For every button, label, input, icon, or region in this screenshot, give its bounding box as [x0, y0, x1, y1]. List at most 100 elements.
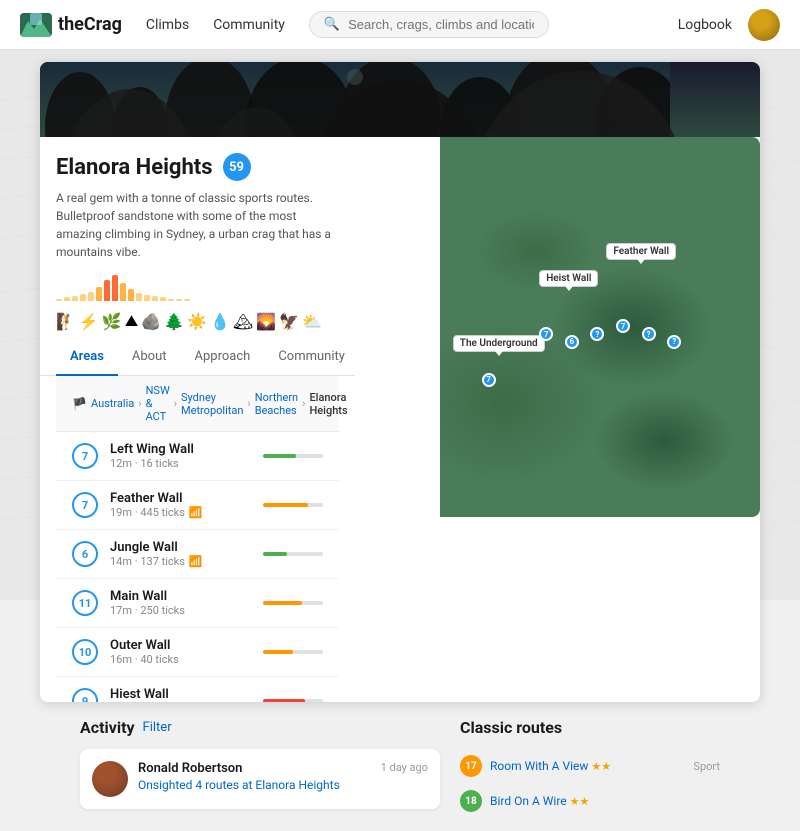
grade-icon-11[interactable]: 🦅: [279, 312, 299, 331]
route-badge-0: 17: [460, 755, 482, 777]
breadcrumb-australia[interactable]: Australia: [91, 397, 134, 410]
breadcrumb-sydney[interactable]: Sydney Metropolitan: [181, 391, 243, 417]
main-content: Elanora Heights 59 A real gem with a ton…: [0, 50, 800, 831]
tab-community[interactable]: Community: [264, 339, 359, 376]
activity-user-name[interactable]: Ronald Robertson: [138, 761, 371, 776]
grade-icon-4[interactable]: ⛰: [125, 311, 138, 331]
activity-header: Activity Filter: [80, 718, 440, 737]
area-bar-container-0: [263, 454, 323, 458]
route-item-1: 18 Bird On A Wire ★★: [460, 784, 720, 819]
area-bar-container-4: [263, 650, 323, 654]
area-item-5[interactable]: 9 Hiest Wall 11m · 422 ticks 📶: [56, 677, 339, 702]
map-dot-7[interactable]: ?: [667, 335, 681, 349]
grade-bar-4: [88, 292, 94, 301]
area-meta-0: 12m · 16 ticks: [110, 457, 251, 470]
area-info-4: Outer Wall 16m · 40 ticks: [110, 638, 251, 666]
area-info-2: Jungle Wall 14m · 137 ticks 📶: [110, 540, 251, 568]
bottom-section: Activity Filter Ronald Robertson Onsight…: [40, 718, 760, 819]
activity-link[interactable]: Onsighted 4 routes at Elanora Heights: [138, 778, 340, 792]
avatar[interactable]: [748, 9, 780, 41]
filter-link[interactable]: Filter: [143, 720, 172, 735]
nav-community[interactable]: Community: [213, 17, 285, 33]
breadcrumb-nsw[interactable]: NSW & ACT: [146, 384, 170, 423]
nav-icon: 🏴: [72, 397, 87, 411]
area-name-1: Feather Wall: [110, 491, 251, 506]
area-bar-4: [263, 650, 323, 654]
route-name-0[interactable]: Room With A View ★★: [490, 759, 685, 773]
area-item-2[interactable]: 6 Jungle Wall 14m · 137 ticks 📶: [56, 530, 339, 579]
grade-icon-8[interactable]: 💧: [210, 312, 230, 331]
grade-icon-7[interactable]: ☀️: [187, 312, 207, 331]
map-dot-3[interactable]: 6: [565, 335, 579, 349]
tab-about[interactable]: About: [118, 339, 181, 376]
breadcrumb-sep-1: ›: [138, 397, 141, 410]
area-info-0: Left Wing Wall 12m · 16 ticks: [110, 442, 251, 470]
grade-bar-5: [96, 287, 102, 301]
grade-bar-14: [168, 299, 174, 301]
area-bar-fill-5: [263, 699, 305, 702]
grade-bar-6: [104, 280, 110, 301]
grade-icon-6[interactable]: 🌲: [164, 312, 184, 331]
location-title: Elanora Heights: [56, 155, 213, 180]
area-bar-fill-4: [263, 650, 293, 654]
area-item-0[interactable]: 7 Left Wing Wall 12m · 16 ticks: [56, 432, 339, 481]
grade-icon-5[interactable]: 🪨: [141, 312, 161, 331]
breadcrumb: 🏴 Australia › NSW & ACT › Sydney Metropo…: [56, 376, 339, 432]
activity-description: Onsighted 4 routes at Elanora Heights: [138, 778, 371, 792]
route-item-0: 17 Room With A View ★★ Sport: [460, 749, 720, 784]
grade-bar-15: [176, 299, 182, 301]
area-bar-container-3: [263, 601, 323, 605]
area-badge-2: 6: [72, 541, 98, 567]
route-stars-0: ★★: [591, 760, 611, 773]
grade-bar-7: [112, 275, 118, 301]
grade-icon-1[interactable]: 🧗: [56, 312, 76, 331]
grade-bar-11: [144, 295, 150, 301]
area-bar-container-2: [263, 552, 323, 556]
area-name-3: Main Wall: [110, 589, 251, 604]
area-bar-container-1: [263, 503, 323, 507]
classic-routes-section: Classic routes 17 Room With A View ★★ Sp…: [460, 718, 720, 819]
tab-areas[interactable]: Areas: [56, 339, 118, 376]
grade-icon-9[interactable]: 🏔: [233, 312, 253, 331]
signal-icon-2: 📶: [189, 555, 203, 568]
map-dot-1[interactable]: 7: [482, 373, 496, 387]
grade-bar-12: [152, 296, 158, 301]
area-meta-1: 19m · 445 ticks 📶: [110, 506, 251, 519]
logbook-link[interactable]: Logbook: [678, 17, 732, 33]
tab-approach[interactable]: Approach: [181, 339, 265, 376]
logo[interactable]: theCrag: [20, 13, 122, 37]
grade-bar-0: [56, 299, 62, 301]
grade-bar-3: [80, 294, 86, 301]
area-bar-fill-0: [263, 454, 296, 458]
route-name-1[interactable]: Bird On A Wire ★★: [490, 794, 712, 808]
area-item-1[interactable]: 7 Feather Wall 19m · 445 ticks 📶: [56, 481, 339, 530]
signal-icon-1: 📶: [189, 506, 203, 519]
search-input[interactable]: [348, 17, 534, 32]
map-dot-6[interactable]: ?: [642, 327, 656, 341]
area-item-4[interactable]: 10 Outer Wall 16m · 40 ticks: [56, 628, 339, 677]
activity-title: Activity: [80, 718, 135, 737]
nav-climbs[interactable]: Climbs: [146, 17, 189, 33]
area-bar-3: [263, 601, 323, 605]
grade-bar-10: [136, 293, 142, 301]
breadcrumb-sep-3: ›: [247, 397, 250, 410]
search-bar[interactable]: 🔍: [309, 11, 549, 38]
map-label-heist: Heist Wall: [539, 270, 598, 287]
activity-item: Ronald Robertson Onsighted 4 routes at E…: [80, 749, 440, 809]
location-description: A real gem with a tonne of classic sport…: [56, 189, 339, 261]
grade-icon-3[interactable]: 🌿: [102, 312, 122, 331]
aerial-map: The Underground Heist Wall Feather Wall …: [440, 137, 760, 517]
grade-icons: 🧗 ⚡ 🌿 ⛰ 🪨 🌲 ☀️ 💧 🏔 🌄 🦅 ⛅: [56, 311, 339, 331]
area-info-1: Feather Wall 19m · 445 ticks 📶: [110, 491, 251, 519]
grade-icon-10[interactable]: 🌄: [256, 312, 276, 331]
activity-text: Ronald Robertson Onsighted 4 routes at E…: [138, 761, 371, 792]
breadcrumb-northern[interactable]: Northern Beaches: [255, 391, 298, 417]
hero-card: Elanora Heights 59 A real gem with a ton…: [40, 62, 760, 702]
area-item-3[interactable]: 11 Main Wall 17m · 250 ticks: [56, 579, 339, 628]
area-meta-3: 17m · 250 ticks: [110, 604, 251, 617]
area-bar-fill-3: [263, 601, 302, 605]
grade-icon-2[interactable]: ⚡: [79, 312, 99, 331]
area-bar-5: [263, 699, 323, 702]
area-info-5: Hiest Wall 11m · 422 ticks 📶: [110, 687, 251, 702]
grade-icon-12[interactable]: ⛅: [302, 312, 322, 331]
